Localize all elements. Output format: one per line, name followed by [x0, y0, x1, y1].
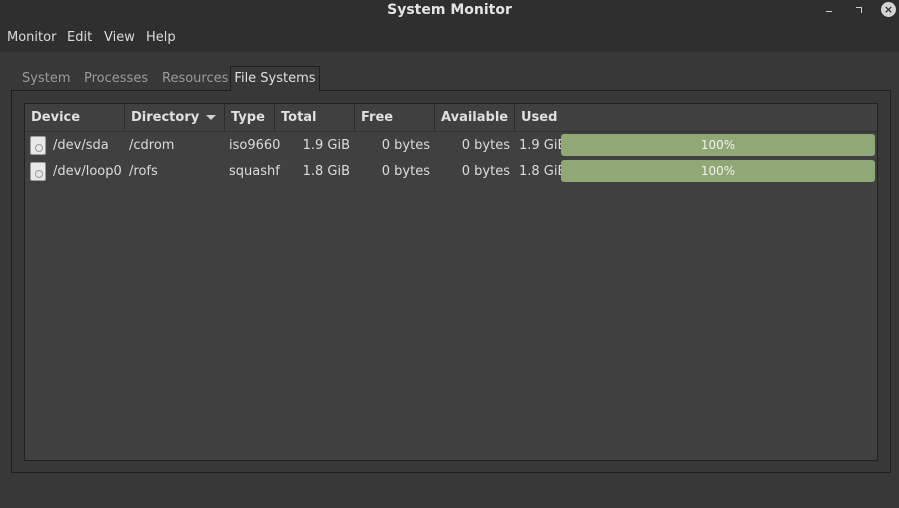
tab-file-systems[interactable]: File Systems: [230, 66, 320, 91]
type-cell: iso9660: [229, 138, 281, 153]
free-cell: 0 bytes: [381, 138, 430, 153]
total-cell: 1.8 GiB: [302, 164, 350, 179]
column-header-free[interactable]: Free: [355, 104, 435, 131]
usage-bar: 100%: [561, 160, 875, 182]
free-cell: 0 bytes: [381, 164, 430, 179]
disk-drive-icon: [30, 136, 46, 155]
menu-view[interactable]: View: [104, 30, 135, 45]
total-cell: 1.9 GiB: [302, 138, 350, 153]
column-header-device[interactable]: Device: [25, 104, 125, 131]
table-row[interactable]: /dev/sda /cdrom iso9660 1.9 GiB 0 bytes …: [25, 132, 877, 158]
used-cell: 1.9 GiB: [519, 138, 567, 153]
disk-drive-icon: [30, 162, 46, 181]
column-header-used[interactable]: Used: [515, 104, 877, 131]
available-cell: 0 bytes: [461, 138, 510, 153]
usage-bar: 100%: [561, 134, 875, 156]
device-cell: /dev/loop0: [53, 164, 122, 179]
maximize-icon[interactable]: [851, 2, 867, 18]
menu-monitor[interactable]: Monitor: [7, 30, 56, 45]
directory-cell: /cdrom: [129, 138, 175, 153]
menu-bar: Monitor Edit View Help: [0, 22, 899, 52]
menu-help[interactable]: Help: [146, 30, 176, 45]
minimize-icon[interactable]: [822, 2, 838, 18]
tab-processes[interactable]: Processes: [84, 71, 148, 86]
tab-resources[interactable]: Resources: [162, 71, 228, 86]
close-icon[interactable]: ×: [881, 2, 896, 17]
column-header-type[interactable]: Type: [225, 104, 275, 131]
tab-system[interactable]: System: [22, 71, 70, 86]
type-cell: squashf: [229, 164, 280, 179]
column-header-total[interactable]: Total: [275, 104, 355, 131]
sort-descending-icon[interactable]: [206, 115, 216, 120]
window-title: System Monitor: [387, 2, 512, 18]
table-header: Device Directory Type Total Free Availab…: [25, 104, 877, 132]
device-cell: /dev/sda: [53, 138, 109, 153]
available-cell: 0 bytes: [461, 164, 510, 179]
directory-cell: /rofs: [129, 164, 158, 179]
title-bar: System Monitor ×: [0, 0, 899, 22]
table-row[interactable]: /dev/loop0 /rofs squashf 1.8 GiB 0 bytes…: [25, 158, 877, 184]
column-header-available[interactable]: Available: [435, 104, 515, 131]
used-cell: 1.8 GiB: [519, 164, 567, 179]
menu-edit[interactable]: Edit: [67, 30, 92, 45]
